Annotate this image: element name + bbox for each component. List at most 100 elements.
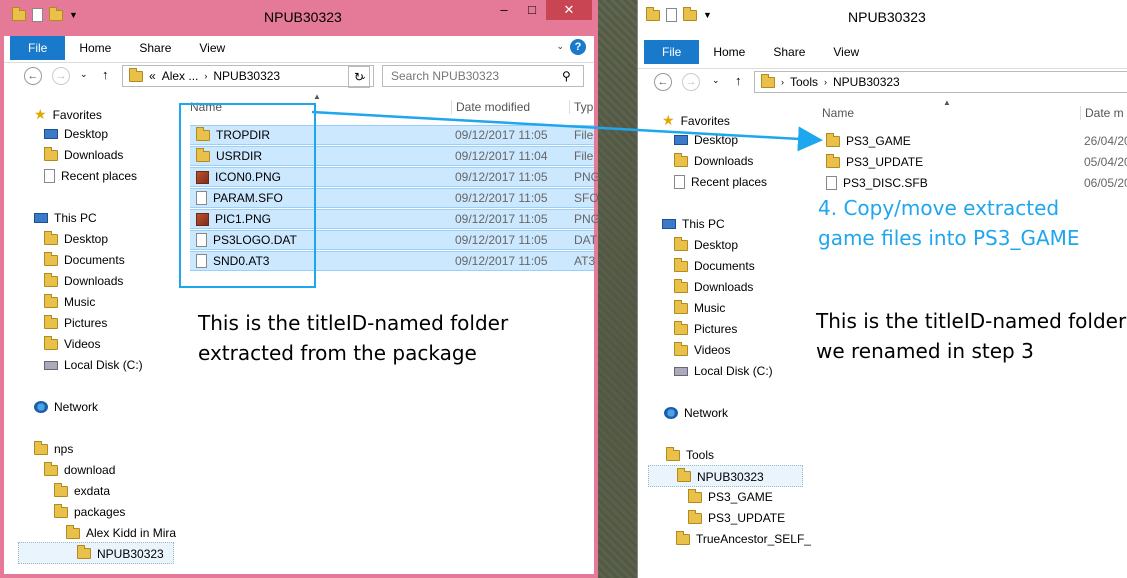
tab-file[interactable]: File bbox=[644, 40, 700, 64]
nav-downloads[interactable]: Downloads bbox=[44, 146, 123, 162]
address-bar[interactable]: « Alex ... › NPUB30323 ⌄ bbox=[122, 65, 374, 87]
column-type[interactable]: Typ bbox=[569, 100, 593, 114]
help-icon[interactable]: ? bbox=[570, 39, 586, 55]
nav-downloads[interactable]: Downloads bbox=[674, 152, 753, 168]
address-row: ← → ⌄ ↑ › Tools › NPUB30323 bbox=[638, 68, 1127, 97]
breadcrumb-npub[interactable]: NPUB30323 bbox=[213, 69, 280, 83]
nav-thispc[interactable]: This PC bbox=[34, 211, 97, 225]
tab-view[interactable]: View bbox=[819, 45, 873, 59]
folder-icon bbox=[688, 509, 702, 524]
new-folder-icon[interactable] bbox=[683, 6, 697, 21]
file-name: PS3_GAME bbox=[826, 132, 911, 148]
tab-home[interactable]: Home bbox=[699, 45, 759, 59]
breadcrumb-tools[interactable]: Tools bbox=[790, 75, 818, 89]
sort-up-icon: ▲ bbox=[313, 92, 321, 101]
chevron-down-icon[interactable]: ⌄ bbox=[712, 75, 720, 86]
address-bar[interactable]: › Tools › NPUB30323 bbox=[754, 71, 1127, 93]
back-icon[interactable]: ← bbox=[24, 67, 42, 85]
maximize-button[interactable]: □ bbox=[518, 0, 546, 20]
chevron-down-icon[interactable]: ⌄ bbox=[556, 41, 564, 52]
file-type: File bbox=[574, 128, 594, 142]
breadcrumb-overflow[interactable]: « bbox=[149, 69, 156, 83]
search-input[interactable]: Search NPUB30323 bbox=[382, 65, 584, 87]
nav-pc-downloads[interactable]: Downloads bbox=[44, 272, 123, 288]
folder-icon bbox=[12, 6, 26, 21]
forward-icon[interactable]: → bbox=[52, 67, 70, 85]
folder-icon bbox=[674, 236, 688, 251]
nav-recent[interactable]: Recent places bbox=[44, 169, 137, 183]
folder-icon bbox=[44, 461, 58, 476]
nav-localdisk[interactable]: Local Disk (C:) bbox=[674, 364, 773, 378]
up-icon[interactable]: ↑ bbox=[735, 73, 742, 88]
properties-icon[interactable] bbox=[32, 8, 43, 22]
tab-view[interactable]: View bbox=[185, 41, 239, 55]
folder-icon bbox=[646, 6, 660, 21]
nav-pictures[interactable]: Pictures bbox=[44, 314, 107, 330]
star-icon: ★ bbox=[662, 112, 675, 128]
new-folder-icon[interactable] bbox=[49, 6, 63, 21]
chevron-right-icon: › bbox=[204, 71, 208, 81]
back-icon[interactable]: ← bbox=[654, 73, 672, 91]
chevron-down-icon[interactable]: ▼ bbox=[69, 10, 78, 20]
file-row[interactable]: PS3_UPDATE 05/04/20 bbox=[822, 152, 1127, 172]
nav-tools[interactable]: Tools bbox=[666, 446, 714, 462]
nav-music[interactable]: Music bbox=[674, 299, 725, 315]
nav-videos[interactable]: Videos bbox=[674, 341, 730, 357]
nav-ps3game[interactable]: PS3_GAME bbox=[688, 488, 773, 504]
nav-recent[interactable]: Recent places bbox=[674, 175, 767, 189]
column-date[interactable]: Date modified bbox=[451, 100, 530, 114]
forward-icon[interactable]: → bbox=[682, 73, 700, 91]
nav-pc-desktop[interactable]: Desktop bbox=[44, 230, 108, 246]
nav-pc-downloads[interactable]: Downloads bbox=[674, 278, 753, 294]
nav-exdata[interactable]: exdata bbox=[54, 482, 110, 498]
nav-network[interactable]: Network bbox=[664, 406, 728, 420]
nav-packages[interactable]: packages bbox=[54, 503, 125, 519]
breadcrumb-npub[interactable]: NPUB30323 bbox=[833, 75, 900, 89]
nav-localdisk[interactable]: Local Disk (C:) bbox=[44, 358, 143, 372]
nav-npub-label: NPUB30323 bbox=[97, 547, 164, 561]
disk-icon bbox=[44, 360, 58, 370]
tab-home[interactable]: Home bbox=[65, 41, 125, 55]
nav-favorites[interactable]: ★ Favorites bbox=[662, 112, 730, 129]
nav-documents[interactable]: Documents bbox=[44, 251, 125, 267]
nav-desktop[interactable]: Desktop bbox=[44, 127, 108, 141]
nav-download[interactable]: download bbox=[44, 461, 115, 477]
chevron-down-icon[interactable]: ⌄ bbox=[80, 69, 88, 80]
file-row[interactable]: PS3_GAME 26/04/20 bbox=[822, 131, 1127, 151]
properties-icon[interactable] bbox=[666, 8, 677, 22]
up-icon[interactable]: ↑ bbox=[102, 67, 109, 82]
nav-nps[interactable]: nps bbox=[34, 440, 73, 456]
nav-pictures[interactable]: Pictures bbox=[674, 320, 737, 336]
file-date: 09/12/2017 11:05 bbox=[455, 233, 548, 247]
chevron-right-icon: › bbox=[824, 77, 828, 87]
minimize-button[interactable]: – bbox=[490, 0, 518, 20]
nav-ps3update[interactable]: PS3_UPDATE bbox=[688, 509, 785, 525]
nav-documents[interactable]: Documents bbox=[674, 257, 755, 273]
nav-network[interactable]: Network bbox=[34, 400, 98, 414]
nav-desktop[interactable]: Desktop bbox=[674, 133, 738, 147]
chevron-down-icon[interactable]: ▼ bbox=[703, 10, 712, 20]
refresh-icon[interactable]: ↻ bbox=[348, 66, 370, 88]
ribbon-tabs: File Home Share View bbox=[638, 40, 1127, 64]
folder-icon bbox=[688, 488, 702, 503]
nav-npub-selected[interactable]: NPUB30323 bbox=[648, 465, 803, 487]
tab-share[interactable]: Share bbox=[125, 41, 185, 55]
nav-thispc[interactable]: This PC bbox=[662, 217, 725, 231]
nav-pc-desktop[interactable]: Desktop bbox=[674, 236, 738, 252]
nav-trueancestor[interactable]: TrueAncestor_SELF_ bbox=[676, 530, 811, 546]
desktop-icon bbox=[674, 135, 688, 145]
nav-videos[interactable]: Videos bbox=[44, 335, 100, 351]
nav-npub-selected[interactable]: NPUB30323 bbox=[18, 542, 174, 564]
nav-alexkidd[interactable]: Alex Kidd in Mira bbox=[66, 524, 176, 540]
file-row[interactable]: PS3_DISC.SFB 06/05/20 bbox=[822, 173, 1127, 193]
nav-favorites[interactable]: ★ Favorites bbox=[34, 106, 102, 123]
tab-file[interactable]: File bbox=[10, 36, 66, 60]
tab-share[interactable]: Share bbox=[759, 45, 819, 59]
file-date: 09/12/2017 11:04 bbox=[455, 149, 548, 163]
column-date[interactable]: Date m bbox=[1080, 106, 1124, 120]
nav-music[interactable]: Music bbox=[44, 293, 95, 309]
folder-icon bbox=[129, 67, 143, 82]
breadcrumb-alex[interactable]: Alex ... bbox=[162, 69, 199, 83]
close-button[interactable]: ✕ bbox=[546, 0, 592, 20]
column-name[interactable]: Name bbox=[822, 106, 854, 120]
